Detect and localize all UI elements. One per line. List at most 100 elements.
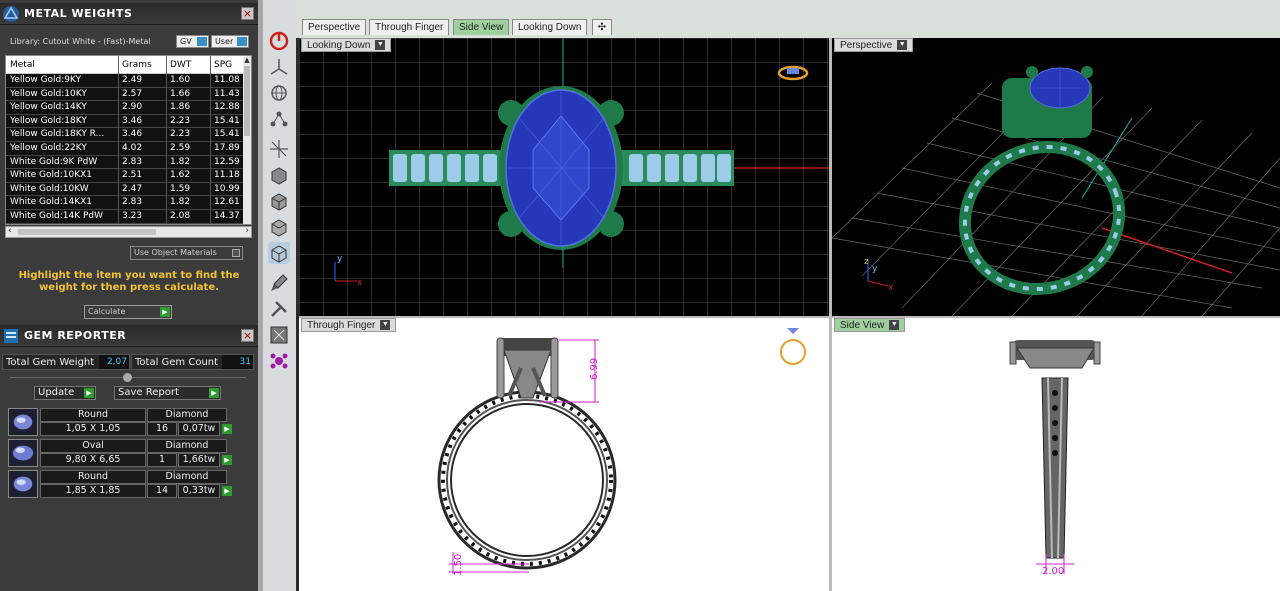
gem-ctw: 0,33tw <box>178 484 220 498</box>
dwt-cell: 2.59 <box>170 143 191 153</box>
play-icon[interactable]: ▶ <box>222 424 232 434</box>
metal-table-vscroll[interactable]: ▲ <box>243 56 251 224</box>
tab-through-finger[interactable]: Through Finger <box>369 19 450 35</box>
view-toolbar <box>263 0 296 591</box>
chevron-down-icon[interactable]: ▼ <box>375 40 386 51</box>
gem-material: Diamond <box>147 408 227 422</box>
column-header-metal[interactable]: Metal <box>10 60 35 70</box>
grams-cell: 2.90 <box>122 102 143 113</box>
svg-text:x: x <box>357 278 363 288</box>
cube-perspective-icon[interactable] <box>268 242 290 264</box>
gem-material: Diamond <box>147 470 227 484</box>
view-tab-bar: Perspective Through Finger Side View Loo… <box>296 0 1280 38</box>
side-view-render: 2.00 <box>1009 340 1101 577</box>
metal-cell: White Gold:14KX1 <box>10 197 93 208</box>
spg-cell: 11.43 <box>214 88 240 99</box>
dwt-cell: 1.82 <box>170 156 191 167</box>
viewport-label-text: Looking Down <box>307 40 371 51</box>
gem-count: 16 <box>147 422 177 436</box>
metal-weights-header: METAL WEIGHTS × <box>0 3 258 25</box>
add-tab-button[interactable]: ✣ <box>592 19 612 35</box>
metal-cell: White Gold:10KX1 <box>10 170 93 181</box>
chevron-down-icon[interactable]: ▼ <box>889 320 900 331</box>
spg-cell: 15.41 <box>214 115 240 126</box>
gem-reporter-header: GEM REPORTER × <box>0 325 258 347</box>
close-icon[interactable]: × <box>241 7 254 20</box>
looking-down-render: y x <box>299 38 829 316</box>
viewport-label-perspective[interactable]: Perspective ▼ <box>834 38 914 52</box>
render-icon[interactable] <box>268 324 290 346</box>
round-gem-icon <box>8 470 38 498</box>
play-icon: ▶ <box>209 388 219 398</box>
metal-table-hscroll[interactable]: ‹ › <box>5 226 252 238</box>
column-header-spg[interactable]: SPG <box>214 60 232 70</box>
update-button[interactable]: Update ▶ <box>34 386 96 400</box>
gem-row[interactable]: Oval 9,80 X 6,65 Diamond 1 1,66tw ▶ <box>8 439 232 468</box>
column-header-grams[interactable]: Grams <box>122 60 152 70</box>
dwt-cell: 1.86 <box>170 102 191 113</box>
save-report-button[interactable]: Save Report ▶ <box>114 386 221 400</box>
power-icon[interactable] <box>268 30 290 52</box>
play-icon[interactable]: ▶ <box>222 486 232 496</box>
gem-count: 1 <box>147 453 177 467</box>
gem-totals: Total Gem Weight 2,07 Total Gem Count 31 <box>2 354 256 370</box>
dwt-cell: 1.59 <box>170 183 191 194</box>
axis-icon[interactable] <box>268 56 290 78</box>
grams-cell: 2.57 <box>122 88 143 99</box>
gv-toggle[interactable]: GV <box>176 35 209 48</box>
metal-cell: Yellow Gold:14KY <box>10 102 87 113</box>
grams-cell: 2.83 <box>122 156 143 167</box>
nodes-icon[interactable] <box>268 108 290 130</box>
dwt-cell: 2.23 <box>170 129 191 140</box>
close-icon[interactable]: × <box>241 329 254 342</box>
transform-icon[interactable] <box>268 138 290 160</box>
viewport-side-view[interactable]: 2.00 Side View ▼ <box>832 318 1280 591</box>
metal-cell: White Gold:14K PdW <box>10 211 104 221</box>
play-icon: ▶ <box>84 388 94 398</box>
cube-side-icon[interactable] <box>268 190 290 212</box>
viewport-label-text: Side View <box>840 320 885 331</box>
scroll-right-icon[interactable]: › <box>245 226 249 236</box>
dwt-cell: 1.60 <box>170 75 191 85</box>
globe-icon[interactable] <box>268 82 290 104</box>
gem-ctw: 0,07tw <box>178 422 220 436</box>
chevron-down-icon[interactable]: ▼ <box>380 320 391 331</box>
tools-icon[interactable] <box>268 298 290 320</box>
use-object-materials-toggle[interactable]: Use Object Materials <box>130 246 243 260</box>
tab-looking-down[interactable]: Looking Down <box>512 19 588 35</box>
scroll-left-icon[interactable]: ‹ <box>8 226 12 236</box>
grams-cell: 3.23 <box>122 211 143 221</box>
column-header-dwt[interactable]: DWT <box>170 60 191 70</box>
svg-text:z: z <box>864 257 869 267</box>
total-gem-weight-value: 2,07 <box>99 355 129 369</box>
tab-perspective[interactable]: Perspective <box>302 19 367 35</box>
svg-text:y: y <box>872 264 878 274</box>
viewport-through-finger[interactable]: 6.99 1.50 Through Finger ▼ <box>299 318 829 591</box>
viewport-label-side-view[interactable]: Side View ▼ <box>834 318 906 332</box>
gem-divider[interactable] <box>10 373 246 382</box>
gem-shape: Round <box>40 408 146 422</box>
perspective-render: y z x <box>832 66 1280 316</box>
svg-text:x: x <box>888 283 894 293</box>
chevron-down-icon[interactable]: ▼ <box>897 40 908 51</box>
viewport-label-through-finger[interactable]: Through Finger ▼ <box>301 318 397 332</box>
viewport-label-looking-down[interactable]: Looking Down ▼ <box>301 38 392 52</box>
oval-gem-icon <box>8 439 38 467</box>
viewport-perspective[interactable]: y z x Perspective ▼ <box>832 38 1280 316</box>
cube-top-icon[interactable] <box>268 216 290 238</box>
calculate-button[interactable]: Calculate ▶ <box>84 305 172 319</box>
tab-side-view[interactable]: Side View <box>453 19 510 35</box>
spg-cell: 10.99 <box>214 183 240 194</box>
gem-row[interactable]: Round 1,05 X 1,05 Diamond 16 0,07tw ▶ <box>8 408 232 437</box>
user-label: User <box>215 37 234 46</box>
brush-icon[interactable] <box>268 272 290 294</box>
user-toggle[interactable]: User <box>211 35 249 48</box>
dwt-cell: 1.82 <box>170 197 191 208</box>
play-icon[interactable]: ▶ <box>222 455 232 465</box>
highlight-instructions: Highlight the item you want to find the … <box>18 270 240 293</box>
spg-cell: 12.59 <box>214 156 240 167</box>
molecule-icon[interactable] <box>268 350 290 372</box>
viewport-looking-down[interactable]: y x Looking Down ▼ <box>299 38 829 316</box>
gem-row[interactable]: Round 1,85 X 1,85 Diamond 14 0,33tw ▶ <box>8 470 232 499</box>
cube-front-icon[interactable] <box>268 164 290 186</box>
